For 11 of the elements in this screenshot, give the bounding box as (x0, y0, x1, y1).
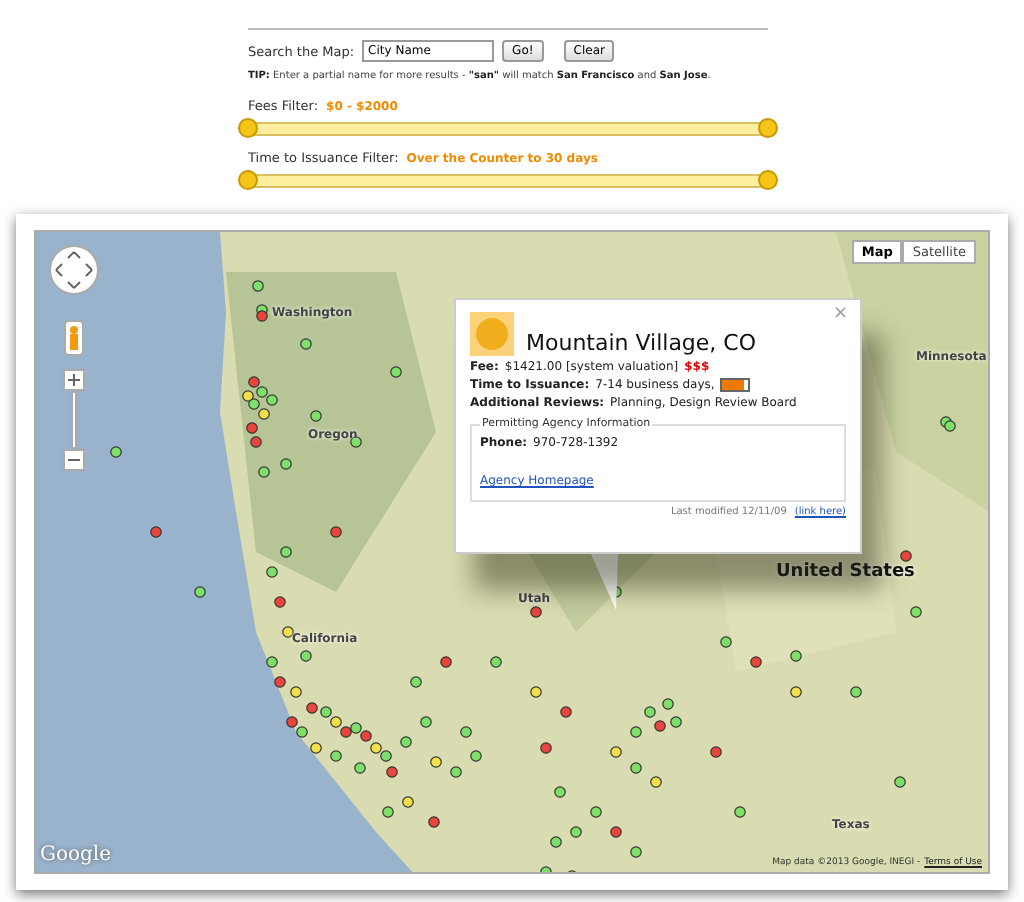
map-label: United States (776, 562, 915, 582)
sun-icon (470, 312, 514, 356)
pegman-icon[interactable] (64, 320, 84, 356)
slider-thumb[interactable] (238, 169, 258, 189)
zoom-slider-icon[interactable] (62, 368, 86, 472)
popup-title: Mountain Village, CO (526, 330, 757, 356)
slider-thumb[interactable] (758, 117, 778, 137)
slider-thumb[interactable] (758, 169, 778, 189)
map-logo: Google (40, 844, 112, 866)
slider-thumb[interactable] (238, 117, 258, 137)
pan-control-icon[interactable] (48, 244, 100, 296)
